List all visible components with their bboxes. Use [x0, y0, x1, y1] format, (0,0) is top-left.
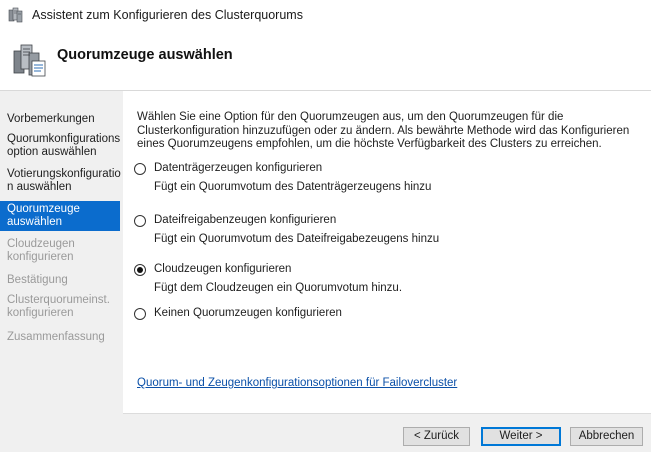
page-title: Quorumzeuge auswählen — [57, 47, 233, 63]
title-bar: Assistent zum Konfigurieren des Clusterq… — [0, 0, 651, 31]
next-button[interactable]: Weiter > — [481, 427, 561, 446]
wizard-window: Assistent zum Konfigurieren des Clusterq… — [0, 0, 651, 452]
nav-step-quorumzeuge[interactable]: Quorumzeuge auswählen — [0, 201, 120, 231]
nav-step-zusammenfassung: Zusammenfassung — [7, 331, 105, 343]
nav-step-vorbemerkungen[interactable]: Vorbemerkungen — [0, 111, 120, 128]
option-label[interactable]: Dateifreigabenzeugen konfigurieren — [154, 214, 336, 226]
nav-step-cloudzeugen: Cloudzeugen konfigurieren — [7, 238, 75, 263]
window-title: Assistent zum Konfigurieren des Clusterq… — [32, 8, 303, 22]
nav-step-clusterquorumeinst: Clusterquorumeinst. konfigurieren — [7, 294, 110, 319]
radio-datentraegerzeuge[interactable] — [134, 163, 146, 175]
cancel-button[interactable]: Abbrechen — [570, 427, 643, 446]
option-description: Fügt ein Quorumvotum des Dateifreigabeze… — [154, 233, 440, 245]
wizard-step-nav: Vorbemerkungen Quorumkonfigurations opti… — [0, 91, 121, 452]
content-area: Vorbemerkungen Quorumkonfigurations opti… — [0, 91, 651, 452]
option-label[interactable]: Datenträgerzeugen konfigurieren — [154, 162, 322, 174]
radio-kein-quorumzeuge[interactable] — [134, 308, 146, 320]
wizard-header: Quorumzeuge auswählen — [0, 31, 651, 90]
cluster-server-large-icon — [12, 41, 48, 79]
radio-cloudzeuge[interactable] — [134, 264, 146, 276]
back-button[interactable]: < Zurück — [403, 427, 470, 446]
radio-dateifreigabenzeuge[interactable] — [134, 215, 146, 227]
nav-step-votierungskonfiguration[interactable]: Votierungskonfiguratio n auswählen — [0, 166, 121, 196]
help-link[interactable]: Quorum- und Zeugenkonfigurationsoptionen… — [137, 377, 457, 389]
nav-step-quorumkonfigurationsoption[interactable]: Quorumkonfigurations option auswählen — [0, 131, 120, 161]
nav-step-bestaetigung: Bestätigung — [7, 274, 68, 286]
cluster-server-icon — [8, 7, 24, 23]
intro-text: Wählen Sie eine Option für den Quorumzeu… — [137, 111, 630, 150]
option-label[interactable]: Cloudzeugen konfigurieren — [154, 263, 291, 275]
footer-divider — [123, 413, 651, 414]
wizard-footer: < Zurück Weiter > Abbrechen — [123, 413, 651, 452]
option-description: Fügt dem Cloudzeugen ein Quorumvotum hin… — [154, 282, 403, 294]
option-description: Fügt ein Quorumvotum des Datenträgerzeug… — [154, 181, 432, 193]
main-pane: Wählen Sie eine Option für den Quorumzeu… — [123, 91, 651, 413]
option-label[interactable]: Keinen Quorumzeugen konfigurieren — [154, 307, 342, 319]
